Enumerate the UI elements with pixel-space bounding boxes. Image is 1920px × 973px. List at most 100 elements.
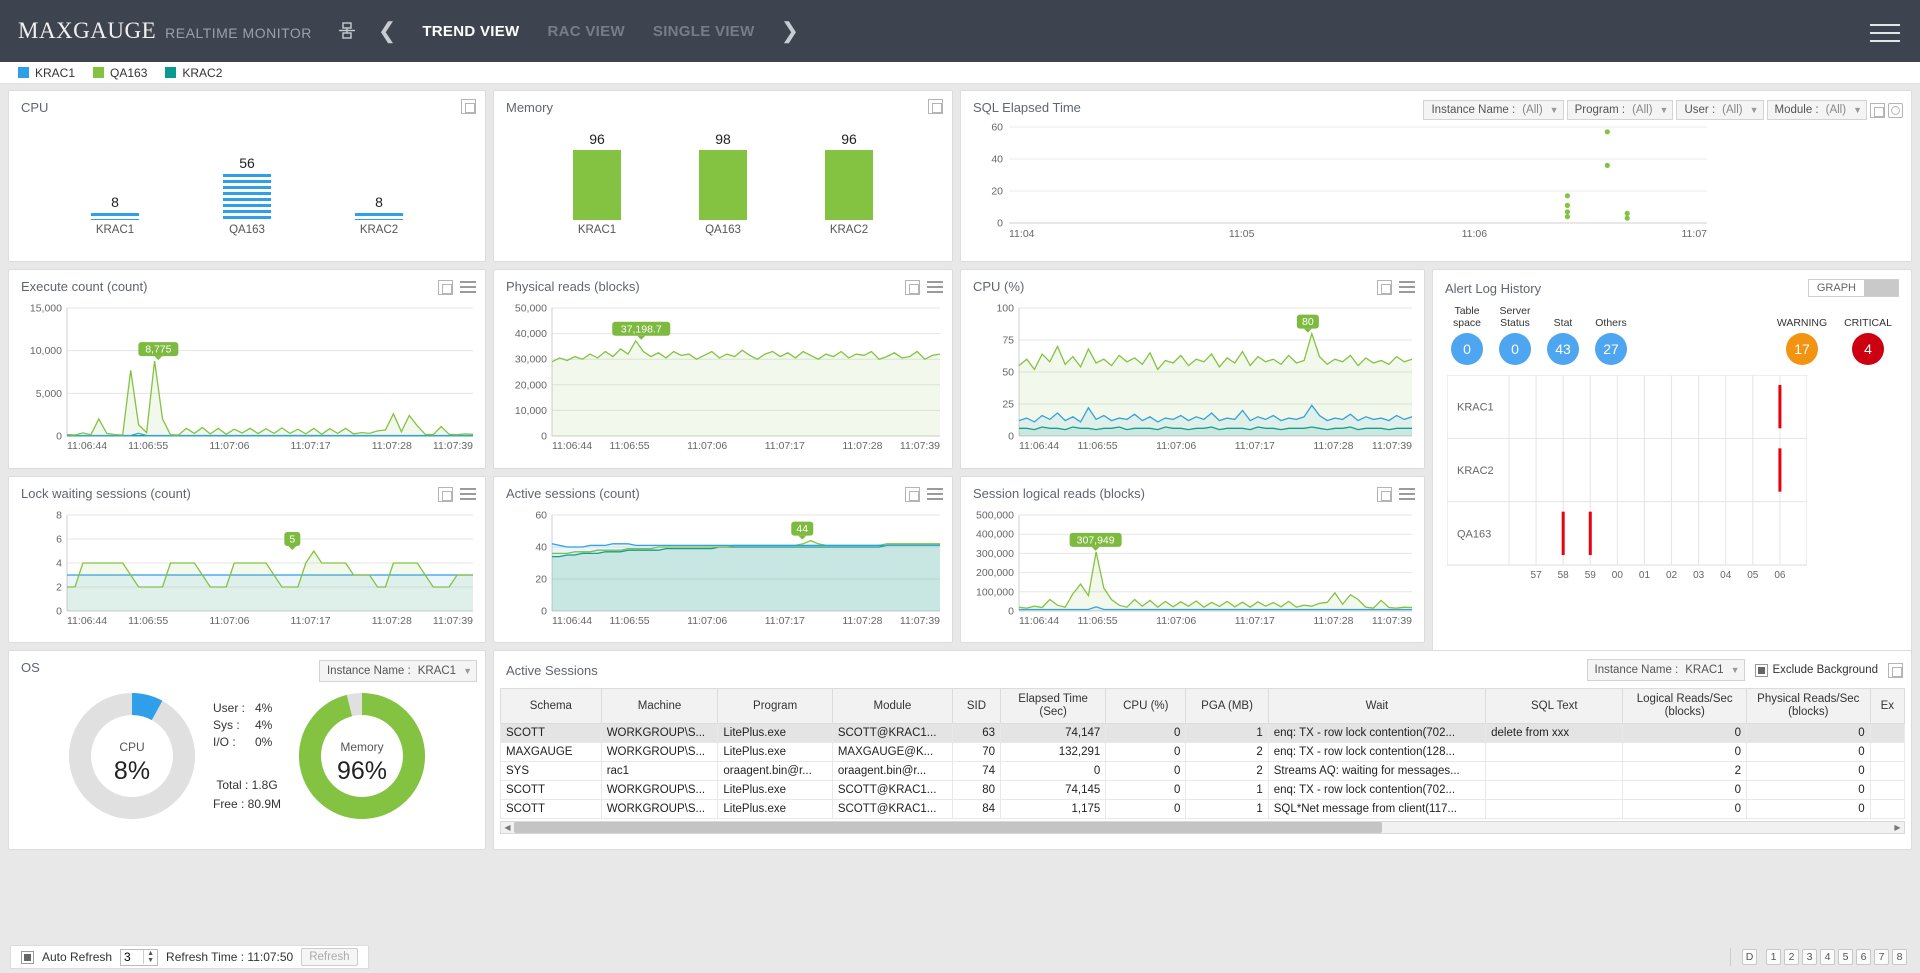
page-button[interactable]: 1 — [1766, 949, 1781, 965]
table-column-header[interactable]: SQL Text — [1485, 688, 1624, 724]
table-column-header[interactable]: SID — [951, 688, 1002, 724]
layout-grid-icon[interactable] — [334, 18, 360, 44]
alert-counter[interactable]: Table space 0 — [1447, 305, 1487, 365]
filter-user[interactable]: User : (All) ▼ — [1676, 100, 1764, 120]
scrollbar-thumb[interactable] — [514, 822, 1382, 833]
table-column-header[interactable]: Schema — [500, 688, 602, 724]
menu-icon[interactable] — [460, 485, 476, 503]
memory-donut-value: 96% — [337, 757, 387, 785]
refresh-button[interactable]: Refresh — [301, 948, 358, 966]
nav-prev-icon[interactable]: ❮ — [366, 18, 408, 44]
checkbox-icon[interactable] — [1754, 663, 1768, 677]
alert-counter-label: Others — [1595, 317, 1627, 329]
refresh-interval-stepper[interactable]: ▲▼ — [120, 948, 159, 966]
table-column-header[interactable]: PGA (MB) — [1185, 688, 1269, 724]
tab-single-view[interactable]: SINGLE VIEW — [639, 23, 769, 40]
popout-icon[interactable] — [1870, 102, 1885, 118]
popout-icon[interactable] — [1888, 662, 1903, 678]
bar-category-label: QA163 — [229, 224, 265, 236]
scroll-left-icon[interactable]: ◀ — [501, 823, 514, 832]
filter-module[interactable]: Module : (All) ▼ — [1766, 100, 1867, 120]
settings-icon[interactable] — [1888, 102, 1903, 118]
popout-icon[interactable] — [905, 486, 920, 502]
menu-icon[interactable] — [460, 278, 476, 296]
panel-tools — [905, 485, 943, 503]
table-cell: 74 — [951, 761, 1002, 781]
table-column-header[interactable]: Wait — [1267, 688, 1487, 724]
table-cell: SCOTT@KRAC1... — [831, 799, 953, 819]
filter-instance-name[interactable]: Instance Name : (All) ▼ — [1423, 100, 1564, 120]
page-button[interactable]: 2 — [1784, 949, 1799, 965]
menu-icon[interactable] — [1870, 18, 1900, 48]
popout-icon[interactable] — [1377, 486, 1392, 502]
menu-icon[interactable] — [927, 485, 943, 503]
tab-rac-view[interactable]: RAC VIEW — [534, 23, 639, 40]
chevron-down-icon: ▼ — [463, 666, 472, 676]
nav-next-icon[interactable]: ❯ — [769, 18, 811, 44]
svg-text:58: 58 — [1558, 570, 1570, 581]
cpu-percent-panel: CPU (%) 0 25 50 75 100 11:06:44 11:06:55 11:07:… — [960, 269, 1425, 469]
filter-label: Instance Name : — [326, 665, 411, 677]
popout-icon[interactable] — [905, 279, 920, 295]
graph-toggle[interactable]: GRAPH — [1807, 279, 1899, 297]
svg-text:75: 75 — [1002, 335, 1014, 347]
table-column-header[interactable]: Physical Reads/Sec (blocks) — [1746, 688, 1871, 724]
page-button[interactable]: 4 — [1820, 949, 1835, 965]
table-row[interactable]: MAXGAUGE WORKGROUP\S... LitePlus.exe MAXGAU… — [500, 742, 1906, 762]
menu-icon[interactable] — [927, 278, 943, 296]
table-cell: 2 — [1185, 761, 1269, 781]
alert-counter[interactable]: Others 27 — [1591, 317, 1631, 365]
scrollbar-track[interactable] — [514, 822, 1891, 833]
auto-refresh-checkbox[interactable] — [21, 950, 34, 964]
alert-counter-label: Server Status — [1499, 305, 1531, 329]
svg-text:5,000: 5,000 — [36, 388, 62, 400]
alert-counter[interactable]: WARNING 17 — [1773, 317, 1831, 365]
table-horizontal-scrollbar[interactable]: ◀ ▶ — [500, 821, 1905, 834]
table-column-header[interactable]: Program — [717, 688, 833, 724]
page-button[interactable]: 5 — [1838, 949, 1853, 965]
stepper-arrows-icon[interactable]: ▲ ▼ — [143, 950, 157, 964]
scroll-right-icon[interactable]: ▶ — [1891, 823, 1904, 832]
physical-reads-panel: Physical reads (blocks) 0 10,000 20,000 30,… — [493, 269, 953, 469]
table-column-header[interactable]: Elapsed Time (Sec) — [999, 688, 1107, 724]
table-cell: oraagent.bin@r... — [831, 761, 953, 781]
execute-count-panel: Execute count (count) 0 5,000 10,000 15,000… — [8, 269, 486, 469]
os-instance-filter[interactable]: Instance Name : KRAC1 ▼ — [318, 660, 477, 682]
table-row[interactable]: SCOTT WORKGROUP\S... LitePlus.exe SCOTT@KRA… — [500, 723, 1906, 743]
page-button[interactable]: 6 — [1856, 949, 1871, 965]
alert-counter[interactable]: Server Status 0 — [1495, 305, 1535, 365]
page-button[interactable]: 3 — [1802, 949, 1817, 965]
svg-text:400,000: 400,000 — [976, 529, 1014, 541]
popout-icon[interactable] — [438, 486, 453, 502]
popout-icon[interactable] — [438, 279, 453, 295]
page-button[interactable]: 7 — [1874, 949, 1889, 965]
popout-icon[interactable] — [928, 99, 943, 114]
tab-trend-view[interactable]: TREND VIEW — [408, 23, 533, 40]
legend-swatch — [93, 67, 105, 78]
exclude-background-toggle[interactable]: Exclude Background — [1754, 663, 1878, 677]
popout-icon[interactable] — [461, 99, 476, 114]
refresh-interval-input[interactable] — [121, 950, 144, 964]
table-row[interactable]: SCOTT WORKGROUP\S... LitePlus.exe SCOTT@KRA… — [500, 780, 1906, 800]
table-row[interactable]: SCOTT WORKGROUP\S... LitePlus.exe SCOTT@KRA… — [500, 799, 1906, 819]
menu-icon[interactable] — [1399, 485, 1415, 503]
svg-text:8: 8 — [56, 510, 62, 522]
filter-program[interactable]: Program : (All) ▼ — [1566, 100, 1674, 120]
menu-icon[interactable] — [1399, 278, 1415, 296]
popout-icon[interactable] — [1377, 279, 1392, 295]
sql-elapsed-time-panel: SQL Elapsed Time Instance Name : (All) ▼… — [960, 90, 1912, 262]
table-column-header[interactable]: Ex — [1869, 688, 1906, 724]
page-button[interactable]: D — [1742, 949, 1757, 965]
page-button[interactable]: 8 — [1892, 949, 1907, 965]
table-cell: LitePlus.exe — [717, 799, 833, 819]
panel-tools — [438, 485, 476, 503]
table-column-header[interactable]: Machine — [600, 688, 719, 724]
alert-counter[interactable]: CRITICAL 4 — [1839, 317, 1897, 365]
table-row[interactable]: SYS rac1 oraagent.bin@r... oraagent.bin@r..… — [500, 761, 1906, 781]
alert-counter[interactable]: Stat 43 — [1543, 317, 1583, 365]
svg-text:11:07:17: 11:07:17 — [1235, 615, 1275, 627]
sessions-instance-filter[interactable]: Instance Name : KRAC1 ▼ — [1586, 659, 1745, 681]
table-column-header[interactable]: CPU (%) — [1105, 688, 1187, 724]
table-column-header[interactable]: Logical Reads/Sec (blocks) — [1622, 688, 1748, 724]
table-column-header[interactable]: Module — [831, 688, 953, 724]
